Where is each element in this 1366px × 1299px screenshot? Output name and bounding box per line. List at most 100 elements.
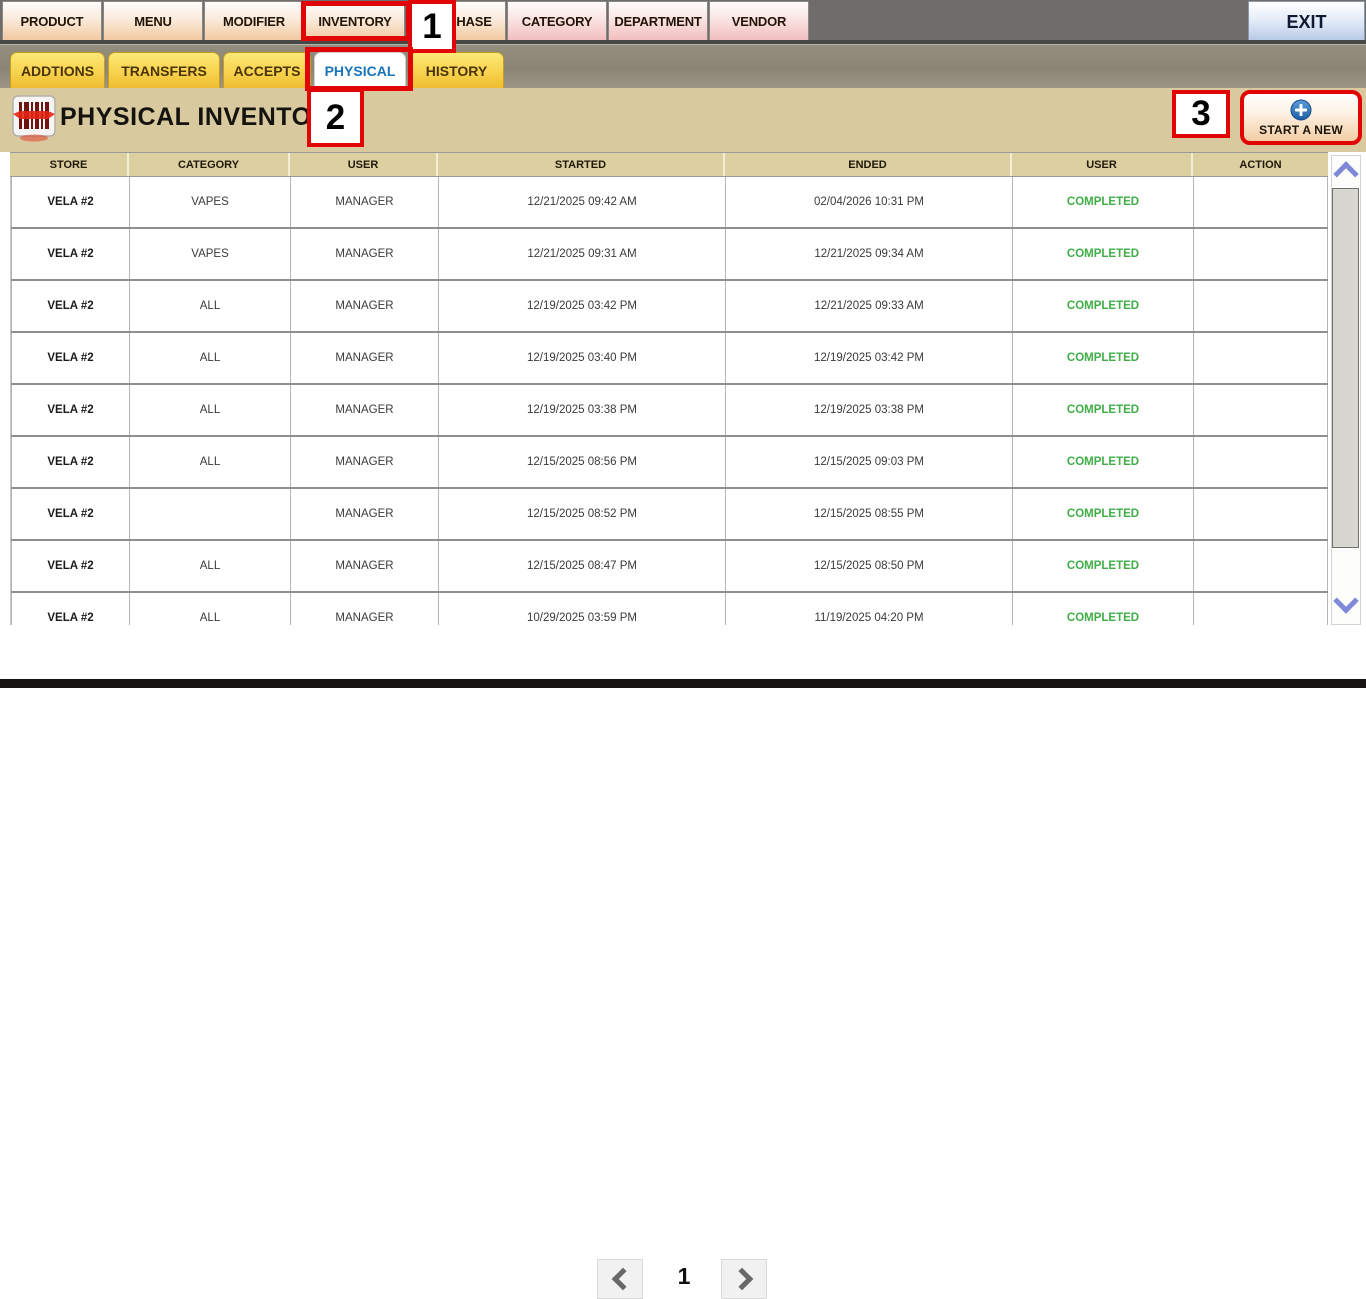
tab-product[interactable]: PRODUCT bbox=[2, 1, 102, 41]
cell-status: COMPLETED bbox=[1013, 541, 1194, 591]
chevron-left-icon bbox=[611, 1268, 634, 1291]
callout-1-number: 1 bbox=[422, 7, 441, 47]
pagination-bar: 1 bbox=[0, 625, 1366, 679]
start-a-new-label: START A NEW bbox=[1259, 123, 1343, 137]
cell-ended: 12/15/2025 08:50 PM bbox=[726, 541, 1013, 591]
cell-started: 12/15/2025 08:56 PM bbox=[439, 437, 726, 487]
cell-store: VELA #2 bbox=[11, 281, 130, 331]
cell-started: 12/15/2025 08:52 PM bbox=[439, 489, 726, 539]
cell-category: ALL bbox=[130, 437, 291, 487]
subtab-physical[interactable]: PHYSICAL bbox=[314, 52, 406, 89]
cell-status: COMPLETED bbox=[1013, 281, 1194, 331]
table-row: VELA #2 ALL MANAGER 12/19/2025 03:38 PM … bbox=[11, 385, 1328, 437]
tab-vendor-label: VENDOR bbox=[732, 14, 786, 29]
top-nav-bar: PRODUCT MENU MODIFIER INVENTORY PURCHASE… bbox=[0, 0, 1366, 45]
cell-started: 12/21/2025 09:42 AM bbox=[439, 177, 726, 227]
subtab-history[interactable]: HISTORY bbox=[409, 52, 504, 89]
cell-user: MANAGER bbox=[291, 333, 439, 383]
chevron-up-icon[interactable] bbox=[1337, 165, 1355, 188]
exit-button-label: EXIT bbox=[1286, 12, 1326, 33]
subtab-addtions[interactable]: ADDTIONS bbox=[10, 52, 105, 89]
callout-3: 3 bbox=[1172, 90, 1230, 138]
subtab-history-label: HISTORY bbox=[426, 63, 487, 79]
cell-ended: 12/19/2025 03:42 PM bbox=[726, 333, 1013, 383]
cell-status: COMPLETED bbox=[1013, 177, 1194, 227]
subtab-addtions-label: ADDTIONS bbox=[21, 63, 94, 79]
cell-action bbox=[1194, 333, 1328, 383]
col-category: CATEGORY bbox=[129, 153, 290, 176]
col-ended: ENDED bbox=[725, 153, 1012, 176]
tab-menu-label: MENU bbox=[134, 14, 171, 29]
cell-ended: 12/19/2025 03:38 PM bbox=[726, 385, 1013, 435]
cell-user: MANAGER bbox=[291, 281, 439, 331]
next-page-button[interactable] bbox=[721, 1259, 767, 1299]
chevron-down-icon[interactable] bbox=[1337, 592, 1355, 615]
callout-2: 2 bbox=[307, 88, 364, 147]
col-store: STORE bbox=[10, 153, 129, 176]
tab-modifier[interactable]: MODIFIER bbox=[204, 1, 304, 41]
cell-store: VELA #2 bbox=[11, 177, 130, 227]
col-action: ACTION bbox=[1193, 153, 1328, 176]
col-user-status: USER bbox=[1012, 153, 1193, 176]
cell-category: ALL bbox=[130, 541, 291, 591]
subtab-transfers-label: TRANSFERS bbox=[121, 63, 207, 79]
cell-store: VELA #2 bbox=[11, 437, 130, 487]
cell-category: ALL bbox=[130, 333, 291, 383]
cell-action bbox=[1194, 437, 1328, 487]
subtab-transfers[interactable]: TRANSFERS bbox=[108, 52, 220, 89]
cell-category: VAPES bbox=[130, 177, 291, 227]
barcode-icon bbox=[12, 94, 56, 142]
table-row: VELA #2 VAPES MANAGER 12/21/2025 09:31 A… bbox=[11, 229, 1328, 281]
prev-page-button[interactable] bbox=[597, 1259, 643, 1299]
cell-user: MANAGER bbox=[291, 541, 439, 591]
current-page-number: 1 bbox=[668, 1263, 700, 1290]
subtab-accepts[interactable]: ACCEPTS bbox=[223, 52, 311, 89]
callout-2-number: 2 bbox=[326, 98, 345, 138]
cell-category: ALL bbox=[130, 281, 291, 331]
cell-started: 12/19/2025 03:42 PM bbox=[439, 281, 726, 331]
scrollbar-thumb[interactable] bbox=[1332, 188, 1359, 548]
cell-category bbox=[130, 489, 291, 539]
col-user: USER bbox=[290, 153, 438, 176]
cell-user: MANAGER bbox=[291, 177, 439, 227]
table-row: VELA #2 ALL MANAGER 12/15/2025 08:56 PM … bbox=[11, 437, 1328, 489]
cell-started: 12/21/2025 09:31 AM bbox=[439, 229, 726, 279]
cell-action bbox=[1194, 229, 1328, 279]
cell-started: 12/19/2025 03:40 PM bbox=[439, 333, 726, 383]
tab-department[interactable]: DEPARTMENT bbox=[608, 1, 708, 41]
tab-vendor[interactable]: VENDOR bbox=[709, 1, 809, 41]
tab-category[interactable]: CATEGORY bbox=[507, 1, 607, 41]
table-row: VELA #2 VAPES MANAGER 12/21/2025 09:42 A… bbox=[11, 177, 1328, 229]
cell-ended: 02/04/2026 10:31 PM bbox=[726, 177, 1013, 227]
table-row: VELA #2 ALL MANAGER 12/19/2025 03:42 PM … bbox=[11, 281, 1328, 333]
tab-modifier-label: MODIFIER bbox=[223, 14, 285, 29]
cell-ended: 12/21/2025 09:33 AM bbox=[726, 281, 1013, 331]
cell-user: MANAGER bbox=[291, 229, 439, 279]
cell-user: MANAGER bbox=[291, 437, 439, 487]
table-header-row: STORE CATEGORY USER STARTED ENDED USER A… bbox=[10, 152, 1328, 177]
cell-ended: 12/15/2025 08:55 PM bbox=[726, 489, 1013, 539]
cell-store: VELA #2 bbox=[11, 489, 130, 539]
cell-ended: 12/15/2025 09:03 PM bbox=[726, 437, 1013, 487]
exit-button[interactable]: EXIT bbox=[1248, 1, 1365, 43]
tab-department-label: DEPARTMENT bbox=[614, 14, 701, 29]
cell-store: VELA #2 bbox=[11, 333, 130, 383]
table-row: VELA #2 MANAGER 12/15/2025 08:52 PM 12/1… bbox=[11, 489, 1328, 541]
cell-action bbox=[1194, 541, 1328, 591]
cell-user: MANAGER bbox=[291, 385, 439, 435]
cell-user: MANAGER bbox=[291, 489, 439, 539]
cell-status: COMPLETED bbox=[1013, 385, 1194, 435]
tab-menu[interactable]: MENU bbox=[103, 1, 203, 41]
bottom-bar bbox=[0, 679, 1366, 688]
cell-status: COMPLETED bbox=[1013, 489, 1194, 539]
cell-action bbox=[1194, 489, 1328, 539]
inventory-table: STORE CATEGORY USER STARTED ENDED USER A… bbox=[10, 152, 1328, 645]
plus-icon bbox=[1290, 99, 1312, 121]
table-body: VELA #2 VAPES MANAGER 12/21/2025 09:42 A… bbox=[10, 177, 1328, 645]
cell-status: COMPLETED bbox=[1013, 229, 1194, 279]
tab-inventory[interactable]: INVENTORY bbox=[305, 1, 405, 41]
table-row: VELA #2 ALL MANAGER 12/19/2025 03:40 PM … bbox=[11, 333, 1328, 385]
start-a-new-button[interactable]: START A NEW bbox=[1240, 90, 1362, 145]
cell-started: 12/19/2025 03:38 PM bbox=[439, 385, 726, 435]
col-started: STARTED bbox=[438, 153, 725, 176]
